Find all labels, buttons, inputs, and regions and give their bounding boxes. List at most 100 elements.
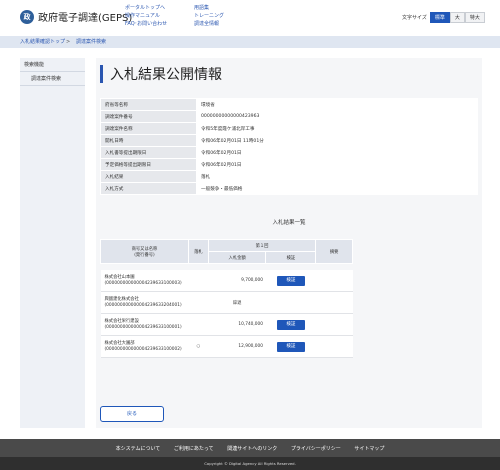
company-cell: 株式会社栄行建設 (000000000000004239633100001) <box>100 313 189 336</box>
footer-link-about[interactable]: 本システムについて <box>116 446 161 452</box>
font-size-large-button[interactable]: 大 <box>449 12 465 23</box>
info-label: 入札書等提出期限日 <box>100 146 197 159</box>
amount-cell: 辞退 <box>208 291 266 314</box>
amount-cell: 10,740,000 <box>208 313 266 336</box>
note-cell <box>315 269 353 292</box>
verify-cell: 検証 <box>265 313 316 336</box>
results-list-title: 入札結果一覧 <box>272 220 306 226</box>
info-label: 調達案件番号 <box>100 110 197 123</box>
header-verify: 検証 <box>265 251 317 264</box>
chevron-right-icon: > <box>66 39 71 45</box>
faq-link[interactable]: FAQ･お問い合わせ <box>125 20 167 28</box>
company-code: (000000000000004239633100003) <box>104 280 182 286</box>
verify-button[interactable]: 検証 <box>276 341 305 352</box>
header-company-name: 商号又は名称 (発行番号) <box>100 239 189 264</box>
portal-top-link[interactable]: ポータルトップへ <box>125 4 167 12</box>
header-amount: 入札金額 <box>207 251 267 264</box>
info-value: 一般競争・最低価格 <box>196 182 478 195</box>
site-title: 政府電子調達(GEPS) <box>38 13 133 24</box>
sidebar-item-search[interactable]: 調達案件検索 <box>20 72 85 86</box>
company-cell: 興國建化株式会社 (000000000000004239633204001) <box>100 291 189 314</box>
font-size-label: 文字サイズ <box>402 15 427 21</box>
table-row: 株式会社栄行建設 (000000000000004239633100001) 1… <box>100 313 353 336</box>
font-size-switcher: 文字サイズ 標準 大 特大 <box>402 12 485 23</box>
font-size-xlarge-button[interactable]: 特大 <box>464 12 485 23</box>
site-logo[interactable]: 政 政府電子調達(GEPS) <box>20 9 132 24</box>
info-row: 開札日時 令和06年02月01日 11時01分 <box>100 134 478 147</box>
sidebar-heading: 検索機能 <box>20 58 85 72</box>
main-content: 入札結果公開情報 府省等名称 環境省 調達案件番号 00000000000000… <box>96 58 482 428</box>
verify-cell <box>265 291 316 314</box>
header-links-secondary: 用語集 トレーニング 調達全情報 <box>194 4 224 28</box>
info-row: 予定価格等提出期限日 令和06年02月01日 <box>100 158 478 171</box>
footer-links: 本システムについて ご利用にあたって 関連サイトへのリンク プライバシーポリシー… <box>0 445 500 452</box>
footer-link-usage[interactable]: ご利用にあたって <box>174 446 214 452</box>
info-label: 入札結果 <box>100 170 197 183</box>
info-row: 調達案件名称 令和5年度霞ケ浦北岸工事 <box>100 122 478 135</box>
header-award: 落札 <box>187 239 209 264</box>
results-header-row: 商号又は名称 (発行番号) 落札 第１回 摘要 <box>100 239 353 264</box>
sidebar: 検索機能 調達案件検索 <box>20 58 85 428</box>
page-title: 入札結果公開情報 <box>110 67 222 83</box>
award-cell: ○ <box>188 335 209 358</box>
info-row: 調達案件番号 00000000000000423963 <box>100 110 478 123</box>
header-note: 摘要 <box>315 239 353 264</box>
info-value: 落札 <box>196 170 478 183</box>
bid-results-table: 商号又は名称 (発行番号) 落札 第１回 摘要 入札金額 検証 株式会社山本園 … <box>100 239 353 358</box>
header-name-sub-label: (発行番号) <box>134 252 155 258</box>
back-button[interactable]: 戻る <box>100 406 164 422</box>
info-label: 府省等名称 <box>100 98 197 111</box>
note-cell <box>315 335 353 358</box>
info-value: 令和06年02月01日 <box>196 146 478 159</box>
verify-button[interactable]: 検証 <box>276 319 305 330</box>
info-label: 開札日時 <box>100 134 197 147</box>
company-code: (000000000000004239633100002) <box>104 346 182 352</box>
font-size-standard-button[interactable]: 標準 <box>429 12 450 23</box>
breadcrumb: 入札結果確認トップ > 調達案件検索 <box>0 36 500 48</box>
footer-link-privacy[interactable]: プライバシーポリシー <box>291 446 341 452</box>
breadcrumb-item-results-top[interactable]: 入札結果確認トップ <box>20 36 65 48</box>
info-value: 令和5年度霞ケ浦北岸工事 <box>196 122 478 135</box>
info-label: 調達案件名称 <box>100 122 197 135</box>
info-row: 入札書等提出期限日 令和06年02月01日 <box>100 146 478 159</box>
site-header: 政 政府電子調達(GEPS) ポータルトップへ 操作マニュアル FAQ･お問い合… <box>0 0 500 36</box>
training-link[interactable]: トレーニング <box>194 12 224 20</box>
info-row: 府省等名称 環境省 <box>100 98 478 111</box>
amount-cell: 12,900,000 <box>208 335 266 358</box>
case-info-table: 府省等名称 環境省 調達案件番号 00000000000000423963 調達… <box>100 98 478 195</box>
info-row: 入札結果 落札 <box>100 170 478 183</box>
company-cell: 株式会社大園部 (000000000000004239633100002) <box>100 335 189 358</box>
table-row: 株式会社大園部 (000000000000004239633100002) ○ … <box>100 335 353 358</box>
verify-cell: 検証 <box>265 335 316 358</box>
title-accent-bar <box>100 65 103 83</box>
footer-link-sitemap[interactable]: サイトマップ <box>354 446 384 452</box>
manual-link[interactable]: 操作マニュアル <box>125 12 167 20</box>
verify-button[interactable]: 検証 <box>276 275 305 286</box>
table-row: 興國建化株式会社 (000000000000004239633204001) 辞… <box>100 291 353 314</box>
all-procurement-link[interactable]: 調達全情報 <box>194 20 224 28</box>
info-label: 予定価格等提出期限日 <box>100 158 197 171</box>
glossary-link[interactable]: 用語集 <box>194 4 224 12</box>
company-cell: 株式会社山本園 (000000000000004239633100003) <box>100 269 189 292</box>
note-cell <box>315 291 353 314</box>
award-cell <box>188 313 209 336</box>
amount-cell: 9,700,000 <box>208 269 266 292</box>
award-cell <box>188 291 209 314</box>
company-code: (000000000000004239633204001) <box>104 302 182 308</box>
page-title-block: 入札結果公開情報 <box>100 64 222 84</box>
info-value: 令和06年02月01日 11時01分 <box>196 134 478 147</box>
company-code: (000000000000004239633100001) <box>104 324 182 330</box>
copyright: Copyright © Digital Agency All Rights Re… <box>0 457 500 470</box>
info-value: 令和06年02月01日 <box>196 158 478 171</box>
breadcrumb-item-search[interactable]: 調達案件検索 <box>76 36 106 48</box>
info-value: 環境省 <box>196 98 478 111</box>
note-cell <box>315 313 353 336</box>
site-footer: 本システムについて ご利用にあたって 関連サイトへのリンク プライバシーポリシー… <box>0 439 500 470</box>
footer-link-related-sites[interactable]: 関連サイトへのリンク <box>227 446 277 452</box>
verify-cell: 検証 <box>265 269 316 292</box>
info-row: 入札方式 一般競争・最低価格 <box>100 182 478 195</box>
geps-logo-icon: 政 <box>20 9 34 24</box>
header-round: 第１回 <box>207 239 317 252</box>
header-links-primary: ポータルトップへ 操作マニュアル FAQ･お問い合わせ <box>125 4 167 28</box>
table-row: 株式会社山本園 (000000000000004239633100003) 9,… <box>100 269 353 292</box>
